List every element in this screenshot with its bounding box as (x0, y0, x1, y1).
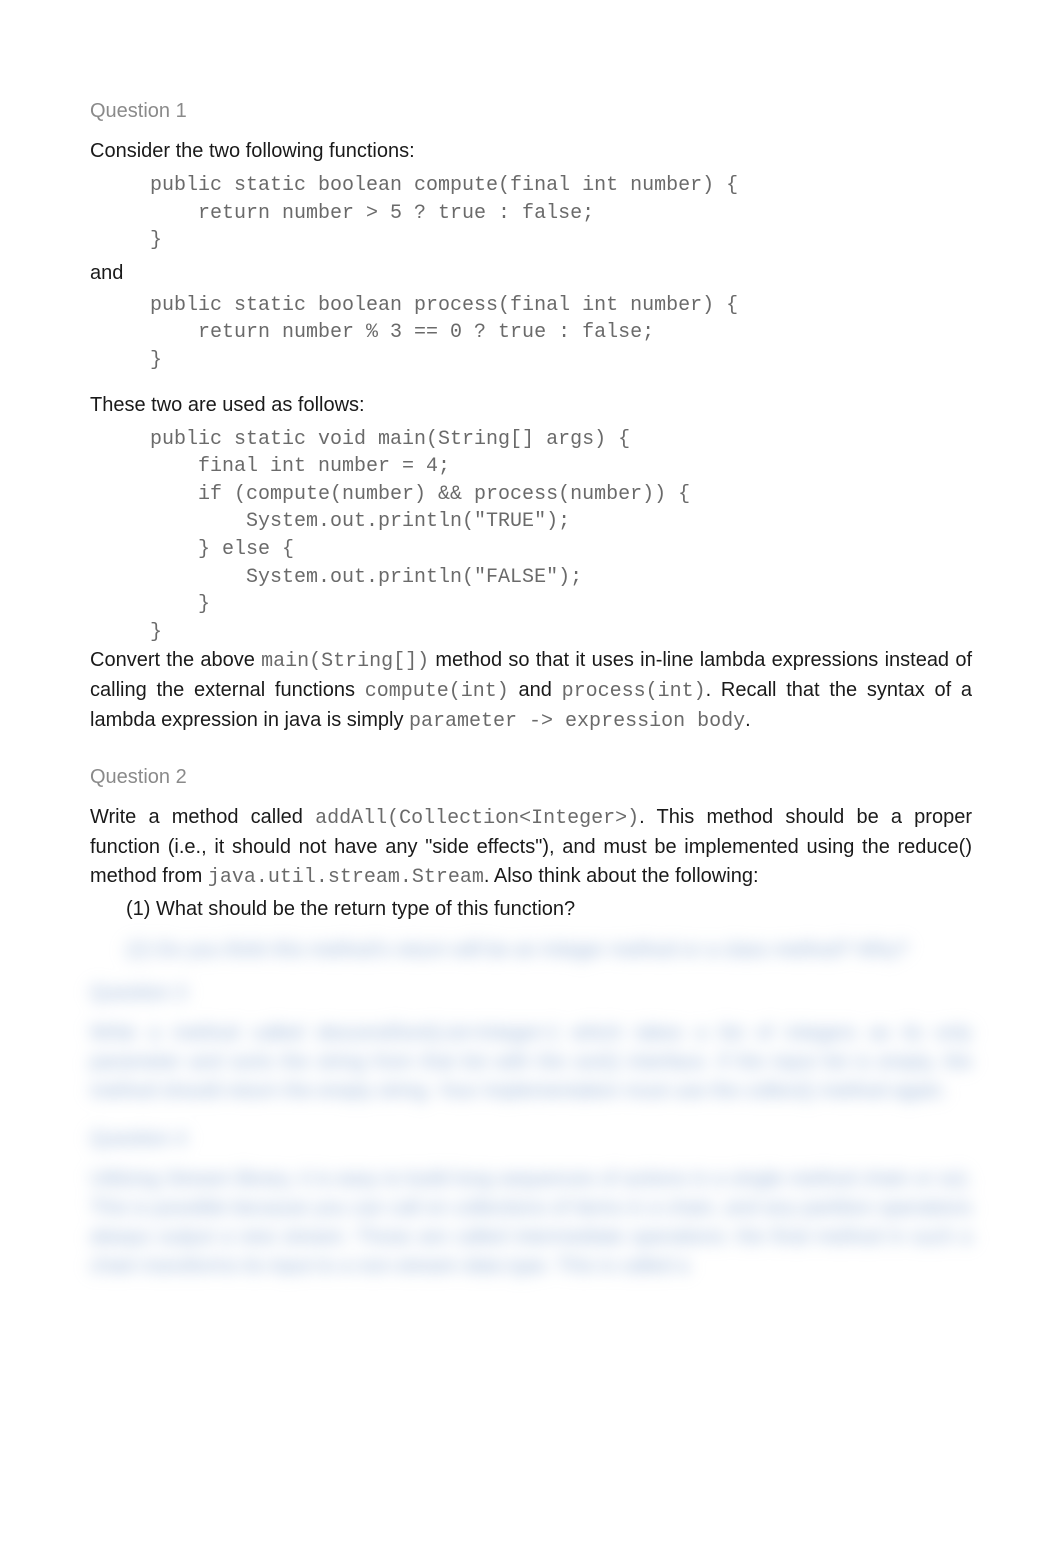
text-fragment: and (509, 679, 562, 701)
q2-body: Write a method called addAll(Collection<… (90, 803, 972, 892)
q1-intro: Consider the two following functions: (90, 137, 972, 166)
code-compute-sig: compute(int) (365, 680, 509, 703)
code-process-sig: process(int) (562, 680, 706, 703)
q1-convert-instruction: Convert the above main(String[]) method … (90, 646, 972, 736)
q3-body-blurred: Write a method called descendSort(List<I… (90, 1019, 972, 1106)
code-stream-class: java.util.stream.Stream (208, 866, 484, 889)
q1-code-compute: public static boolean compute(final int … (150, 172, 972, 255)
text-fragment: Write a method called (90, 806, 315, 828)
q2-item-2-blurred: (2) Do you think this method's return wi… (90, 939, 972, 962)
code-addall-sig: addAll(Collection<Integer>) (315, 807, 639, 830)
q1-code-main: public static void main(String[] args) {… (150, 426, 972, 647)
q1-code-process: public static boolean process(final int … (150, 292, 972, 375)
text-fragment: Convert the above (90, 649, 261, 671)
question-4-heading-blurred: Question 4 (90, 1128, 972, 1151)
q1-and: and (90, 259, 972, 288)
code-lambda-syntax: parameter -> expression body (409, 710, 745, 733)
question-2-heading: Question 2 (90, 766, 972, 789)
text-fragment: . (745, 709, 751, 731)
text-fragment: . Also think about the following: (484, 865, 759, 887)
code-main-sig: main(String[]) (261, 650, 429, 673)
q2-item-1: (1) What should be the return type of th… (90, 898, 972, 921)
q4-body-blurred: Utilizing Stream library, it is easy to … (90, 1165, 972, 1281)
document-page: Question 1 Consider the two following fu… (0, 0, 1062, 1347)
blurred-content-region: (2) Do you think this method's return wi… (90, 925, 972, 1281)
question-3-heading-blurred: Question 3 (90, 982, 972, 1005)
question-1-heading: Question 1 (90, 100, 972, 123)
q1-used-as: These two are used as follows: (90, 391, 972, 420)
